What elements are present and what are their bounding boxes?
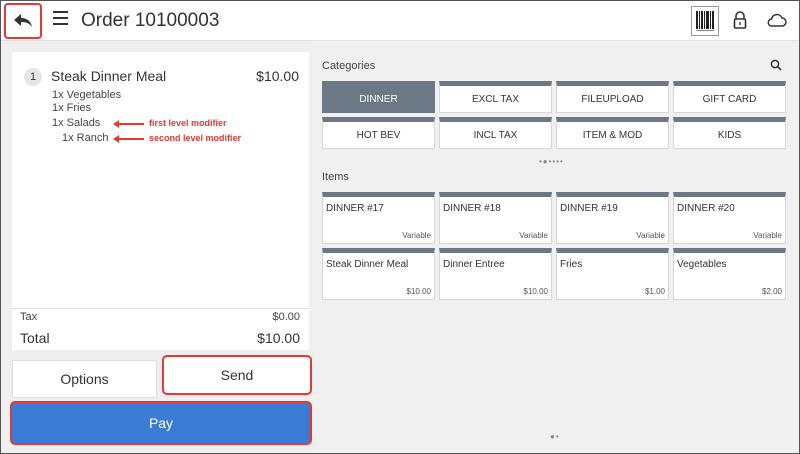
back-button[interactable] bbox=[4, 3, 42, 39]
line-item-name: Steak Dinner Meal bbox=[51, 68, 167, 84]
category-excl-tax[interactable]: EXCL TAX bbox=[439, 81, 552, 113]
item-tile-price: $10.00 bbox=[523, 287, 548, 296]
total-label: Total bbox=[20, 330, 50, 346]
total-value: $10.00 bbox=[257, 330, 300, 346]
annotation-first-level: first level modifier bbox=[149, 118, 227, 128]
items-pager[interactable]: ●• bbox=[550, 432, 560, 441]
line-item-price: $10.00 bbox=[256, 68, 299, 84]
item-tile-price: Variable bbox=[753, 231, 782, 240]
item-tile-dinner-19[interactable]: DINNER #19 Variable bbox=[556, 192, 669, 244]
search-icon bbox=[770, 59, 782, 71]
item-tile-name: Steak Dinner Meal bbox=[326, 259, 409, 270]
line-quantity-badge: 1 bbox=[24, 68, 42, 86]
item-tile-name: DINNER #18 bbox=[443, 203, 501, 214]
item-tile-name: Fries bbox=[560, 259, 583, 270]
item-tile-price: Variable bbox=[402, 231, 431, 240]
item-tile-price: $2.00 bbox=[761, 287, 782, 296]
item-tile-vegetables[interactable]: Vegetables $2.00 bbox=[673, 248, 786, 300]
send-button[interactable]: Send bbox=[162, 355, 312, 395]
annotation-arrow-first bbox=[113, 120, 144, 128]
category-hot-bev[interactable]: HOT BEV bbox=[322, 117, 435, 149]
category-item-and-mod[interactable]: ITEM & MOD bbox=[556, 117, 669, 149]
item-tile-price: $10.00 bbox=[406, 287, 431, 296]
tax-label: Tax bbox=[20, 311, 38, 323]
item-tile-steak-dinner-meal[interactable]: Steak Dinner Meal $10.00 bbox=[322, 248, 435, 300]
cloud-icon bbox=[767, 13, 787, 27]
category-fileupload[interactable]: FILEUPLOAD bbox=[556, 81, 669, 113]
lock-button[interactable] bbox=[733, 11, 747, 34]
options-button[interactable]: Options bbox=[12, 360, 157, 398]
item-tile-name: DINNER #19 bbox=[560, 203, 618, 214]
category-pager[interactable]: •●•••• bbox=[539, 157, 564, 166]
item-tile-dinner-17[interactable]: DINNER #17 Variable bbox=[322, 192, 435, 244]
item-tile-name: Dinner Entree bbox=[443, 259, 505, 270]
annotation-arrow-second bbox=[113, 135, 144, 143]
item-tile-fries[interactable]: Fries $1.00 bbox=[556, 248, 669, 300]
modifier-salads: 1x Salads bbox=[52, 117, 101, 129]
annotation-second-level: second level modifier bbox=[149, 133, 242, 143]
item-tile-price: $1.00 bbox=[644, 287, 665, 296]
category-dinner[interactable]: DINNER bbox=[322, 81, 435, 113]
lock-icon bbox=[733, 11, 747, 29]
barcode-icon bbox=[696, 11, 714, 31]
tax-value: $0.00 bbox=[272, 311, 300, 323]
items-label: Items bbox=[322, 171, 349, 183]
modifier-fries: 1x Fries bbox=[52, 102, 92, 114]
page-title: Order 10100003 bbox=[81, 10, 220, 31]
item-tile-name: Vegetables bbox=[677, 259, 727, 270]
category-kids[interactable]: KIDS bbox=[673, 117, 786, 149]
barcode-scan-button[interactable] bbox=[691, 6, 719, 36]
category-gift-card[interactable]: GIFT CARD bbox=[673, 81, 786, 113]
item-tile-dinner-18[interactable]: DINNER #18 Variable bbox=[439, 192, 552, 244]
cloud-sync-button[interactable] bbox=[767, 13, 787, 32]
item-tile-price: Variable bbox=[636, 231, 665, 240]
search-button[interactable] bbox=[770, 58, 782, 76]
back-arrow-icon bbox=[14, 14, 32, 27]
item-tile-name: DINNER #20 bbox=[677, 203, 735, 214]
item-tile-name: DINNER #17 bbox=[326, 203, 384, 214]
item-tile-price: Variable bbox=[519, 231, 548, 240]
modifier-vegetables: 1x Vegetables bbox=[52, 89, 122, 101]
item-tile-dinner-20[interactable]: DINNER #20 Variable bbox=[673, 192, 786, 244]
hamburger-menu-icon[interactable] bbox=[53, 11, 69, 31]
totals-divider bbox=[12, 308, 309, 309]
pay-button[interactable]: Pay bbox=[10, 401, 312, 445]
app-header: Order 10100003 bbox=[1, 1, 799, 41]
category-incl-tax[interactable]: INCL TAX bbox=[439, 117, 552, 149]
modifier-ranch: 1x Ranch bbox=[62, 132, 109, 144]
item-tile-dinner-entree[interactable]: Dinner Entree $10.00 bbox=[439, 248, 552, 300]
categories-label: Categories bbox=[322, 60, 376, 72]
